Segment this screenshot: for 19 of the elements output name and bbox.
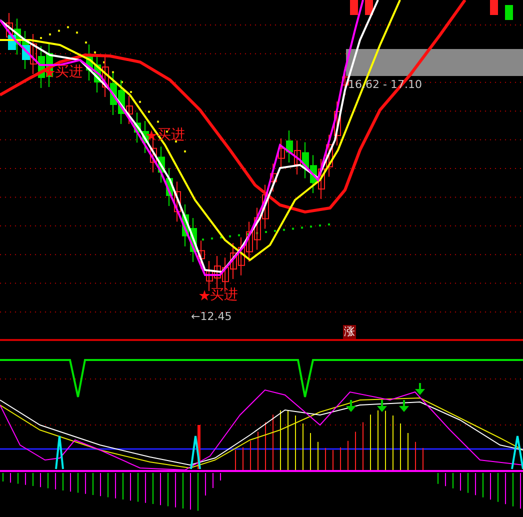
candlestick xyxy=(505,5,513,20)
star-icon xyxy=(146,130,157,140)
star-icon xyxy=(44,66,55,78)
candlestick xyxy=(490,0,498,15)
buy-signal-label: 买进 xyxy=(210,287,238,303)
buy-signal-label: 买进 xyxy=(55,64,83,80)
down-arrow-icon xyxy=(415,383,425,395)
candlestick xyxy=(365,0,373,15)
down-arrow-icon xyxy=(377,400,387,412)
star-icon xyxy=(199,290,210,300)
spike-marker xyxy=(55,435,64,470)
candlestick xyxy=(350,0,358,15)
spike-marker xyxy=(190,435,201,470)
low-price-label: ←12.45 xyxy=(191,310,232,323)
rise-badge: 涨 xyxy=(343,325,356,339)
spike-marker xyxy=(511,435,523,470)
down-arrow-icon xyxy=(346,400,356,412)
signal-bar xyxy=(198,425,200,469)
down-arrow-icon xyxy=(399,400,409,412)
